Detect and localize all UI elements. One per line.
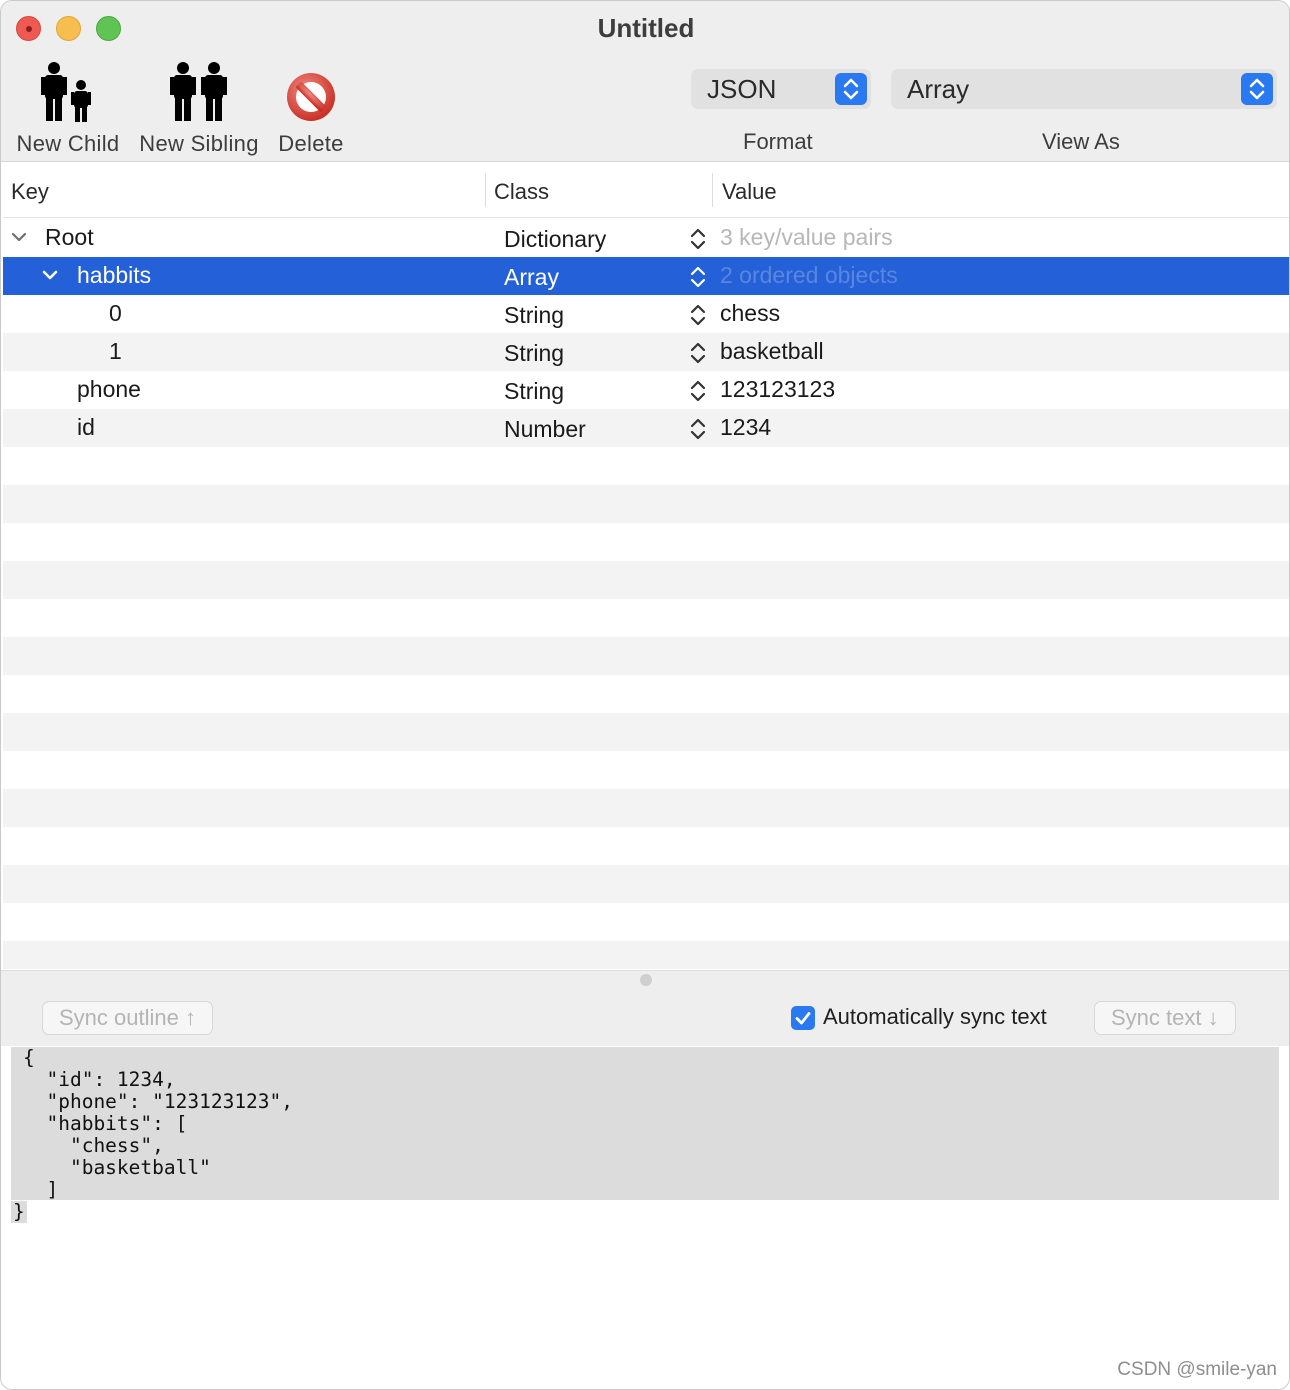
empty-row: [3, 523, 1289, 561]
sync-text-button[interactable]: Sync text ↓: [1094, 1001, 1236, 1035]
selected-text-highlight: { "id": 1234, "phone": "123123123", "hab…: [11, 1047, 1279, 1201]
delete-label: Delete: [278, 131, 344, 156]
empty-row: [3, 865, 1289, 903]
column-header: Key Class Value: [3, 163, 1289, 218]
new-sibling-label: New Sibling: [139, 131, 259, 156]
delete-button[interactable]: Delete: [271, 57, 351, 157]
prohibited-icon: [271, 57, 351, 123]
row-value[interactable]: chess: [720, 300, 780, 327]
empty-row: [3, 827, 1289, 865]
stepper-icon[interactable]: [689, 340, 707, 366]
auto-sync-checkbox[interactable]: [791, 1006, 815, 1030]
empty-row: [3, 903, 1289, 941]
column-header-class[interactable]: Class: [494, 179, 549, 205]
row-key[interactable]: phone: [77, 376, 141, 403]
row-value: 2 ordered objects: [720, 262, 898, 288]
view-as-value: Array: [907, 74, 970, 104]
row-key[interactable]: Root: [45, 224, 94, 251]
empty-row: [3, 789, 1289, 827]
empty-row: [3, 751, 1289, 789]
row-key[interactable]: id: [77, 414, 95, 441]
row-class[interactable]: String: [504, 340, 564, 367]
new-child-button[interactable]: New Child: [13, 57, 123, 157]
row-class[interactable]: String: [504, 302, 564, 329]
outline-row[interactable]: 0 String chess: [3, 295, 1289, 333]
stepper-icon[interactable]: [689, 302, 707, 328]
outline-row[interactable]: Root Dictionary 3 key/value pairs: [3, 219, 1289, 257]
chevron-down-icon[interactable]: [10, 228, 28, 246]
view-as-popup[interactable]: Array: [891, 69, 1277, 109]
new-child-label: New Child: [16, 131, 120, 156]
json-text-closing[interactable]: }: [11, 1201, 27, 1223]
up-down-chevron-icon: [835, 73, 867, 105]
new-sibling-button[interactable]: New Sibling: [135, 57, 263, 157]
column-header-key[interactable]: Key: [11, 179, 49, 205]
row-class[interactable]: String: [504, 378, 564, 405]
outline-row[interactable]: phone String 123123123: [3, 371, 1289, 409]
up-down-chevron-icon: [1241, 73, 1273, 105]
stepper-icon[interactable]: [689, 226, 707, 252]
outline-row[interactable]: id Number 1234: [3, 409, 1289, 447]
row-value: 3 key/value pairs: [720, 224, 893, 250]
person-with-child-icon: [13, 57, 123, 123]
stepper-icon[interactable]: [689, 416, 707, 442]
outline-row[interactable]: 1 String basketball: [3, 333, 1289, 371]
split-view-handle[interactable]: [640, 974, 652, 986]
row-class[interactable]: Number: [504, 416, 586, 443]
outline-view[interactable]: Key Class Value Root Dictionary 3 key/va…: [3, 163, 1289, 969]
window-title: Untitled: [597, 13, 695, 43]
toolbar: Untitled New Child New Sibling Delete JS…: [1, 1, 1289, 162]
format-popup[interactable]: JSON: [691, 69, 871, 109]
chevron-down-icon[interactable]: [41, 266, 59, 284]
stepper-icon[interactable]: [689, 264, 707, 290]
row-class[interactable]: Dictionary: [504, 226, 606, 253]
checkmark-icon: [795, 1012, 811, 1025]
row-value[interactable]: 123123123: [720, 376, 835, 403]
empty-row: [3, 941, 1289, 969]
row-value[interactable]: 1234: [720, 414, 771, 441]
watermark: CSDN @smile-yan: [1117, 1359, 1277, 1380]
row-key[interactable]: 1: [109, 338, 122, 365]
empty-row: [3, 599, 1289, 637]
column-separator[interactable]: [712, 173, 713, 207]
empty-row: [3, 485, 1289, 523]
empty-row: [3, 447, 1289, 485]
outline-row-selected[interactable]: habbits Array 2 ordered objects: [3, 257, 1289, 295]
format-value: JSON: [707, 74, 777, 104]
auto-sync-label[interactable]: Automatically sync text: [823, 1004, 1047, 1030]
format-caption: Format: [743, 129, 813, 154]
row-class[interactable]: Array: [504, 264, 559, 291]
two-people-icon: [135, 57, 263, 123]
empty-row: [3, 713, 1289, 751]
empty-row: [3, 637, 1289, 675]
column-header-value[interactable]: Value: [722, 179, 777, 205]
row-key[interactable]: 0: [109, 300, 122, 327]
json-text[interactable]: { "id": 1234, "phone": "123123123", "hab…: [23, 1047, 293, 1201]
empty-row: [3, 675, 1289, 713]
column-separator[interactable]: [485, 173, 486, 207]
sync-outline-button[interactable]: Sync outline ↑: [42, 1001, 213, 1035]
json-text-view[interactable]: { "id": 1234, "phone": "123123123", "hab…: [1, 1047, 1289, 1389]
app-window: Untitled New Child New Sibling Delete JS…: [0, 0, 1290, 1390]
stepper-icon[interactable]: [689, 378, 707, 404]
row-value[interactable]: basketball: [720, 338, 824, 365]
view-as-caption: View As: [1042, 129, 1120, 154]
row-key[interactable]: habbits: [77, 262, 151, 289]
empty-row: [3, 561, 1289, 599]
